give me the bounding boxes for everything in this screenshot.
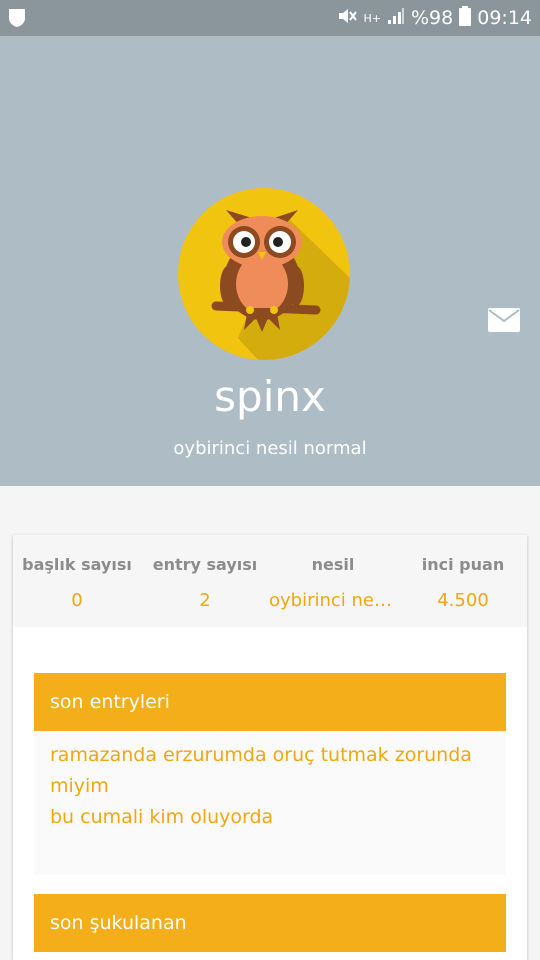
stat-value: 2 <box>199 590 211 611</box>
signal-icon <box>387 7 405 30</box>
latest-entries-header: son entryleri <box>34 673 506 731</box>
entry-link[interactable]: bu cumali kim oluyorda <box>34 802 474 833</box>
mute-icon <box>336 6 358 31</box>
avatar[interactable] <box>178 188 350 360</box>
entry-link[interactable]: ramazanda erzurumda oruç tutmak zorunda … <box>34 740 474 802</box>
owl-avatar-icon <box>178 188 350 360</box>
shield-icon <box>8 8 26 32</box>
stat-label: inci puan <box>421 555 505 574</box>
battery-icon <box>459 5 472 31</box>
profile-generation: oybirinci nesil normal <box>173 438 367 459</box>
favorited-header: son şukulanan <box>34 894 506 952</box>
stat-label: entry sayısı <box>152 555 258 574</box>
stat-label: başlık sayısı <box>22 555 132 574</box>
clock: 09:14 <box>477 7 532 29</box>
network-type-label: H+ <box>363 11 382 25</box>
mail-icon[interactable] <box>488 308 520 332</box>
latest-entries-list: ramazanda erzurumda oruç tutmak zorunda … <box>34 731 506 875</box>
section-title: son entryleri <box>50 691 170 713</box>
stats-row: başlık sayısı 0 entry sayısı 2 nesil oyb… <box>13 535 527 627</box>
status-bar: H+ %98 09:14 <box>0 0 540 36</box>
battery-percent: %98 <box>411 7 454 29</box>
stat-value: oybirinci nesil normal <box>269 590 397 611</box>
profile-username: spinx <box>214 372 326 421</box>
stat-label: nesil <box>311 555 355 574</box>
section-title: son şukulanan <box>50 912 187 934</box>
stat-value: 0 <box>71 590 83 611</box>
stat-value: 4.500 <box>437 590 489 611</box>
profile-header: spinx oybirinci nesil normal <box>0 36 540 486</box>
profile-card: başlık sayısı 0 entry sayısı 2 nesil oyb… <box>13 535 527 960</box>
